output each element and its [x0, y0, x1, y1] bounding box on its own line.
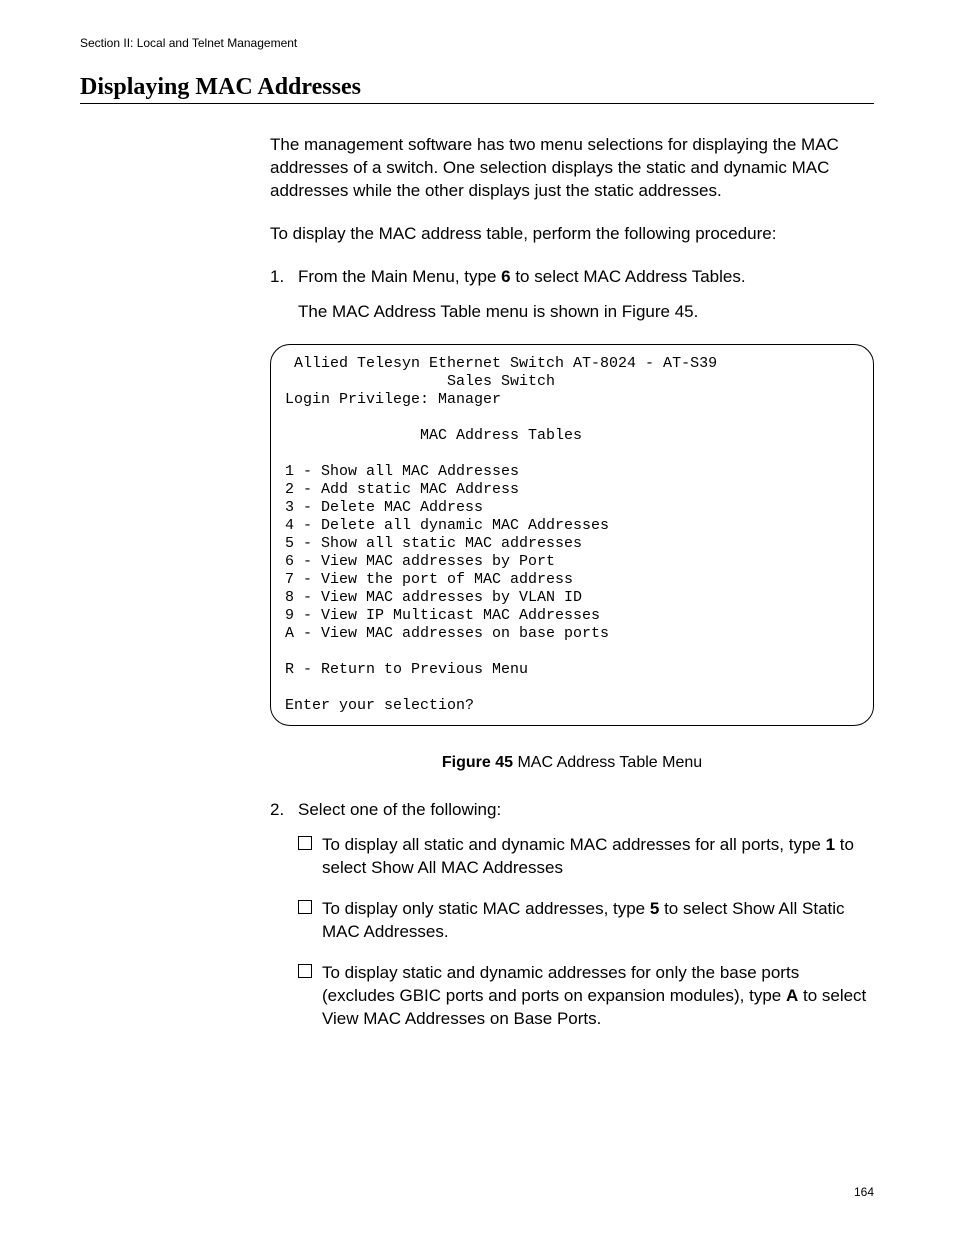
bullet-item: To display static and dynamic addresses … [270, 962, 874, 1031]
terminal-menu-item: 7 - View the port of MAC address [285, 571, 573, 588]
section-title: Displaying MAC Addresses [80, 74, 874, 104]
bullet-text-a: To display only static MAC addresses, ty… [322, 899, 650, 918]
terminal-prompt: Enter your selection? [285, 697, 474, 714]
terminal-menu-item: 3 - Delete MAC Address [285, 499, 483, 516]
step-1-bold: 6 [501, 267, 510, 286]
step-1: 1. From the Main Menu, type 6 to select … [270, 266, 874, 289]
terminal-menu-item: 1 - Show all MAC Addresses [285, 463, 519, 480]
bullet-item: To display only static MAC addresses, ty… [270, 898, 874, 944]
body-content: The management software has two menu sel… [270, 134, 874, 1031]
figure-label: Figure 45 [442, 754, 513, 771]
running-header: Section II: Local and Telnet Management [80, 36, 874, 50]
terminal-return: R - Return to Previous Menu [285, 661, 528, 678]
step-2: 2. Select one of the following: [270, 799, 874, 822]
page-number: 164 [854, 1185, 874, 1199]
step-number: 1. [270, 266, 284, 289]
terminal-screen: Allied Telesyn Ethernet Switch AT-8024 -… [270, 344, 874, 726]
step-2-text: Select one of the following: [298, 800, 501, 819]
terminal-menu-item: 4 - Delete all dynamic MAC Addresses [285, 517, 609, 534]
terminal-line: Allied Telesyn Ethernet Switch AT-8024 -… [285, 355, 717, 372]
checkbox-icon [298, 836, 312, 850]
bullet-bold: 1 [826, 835, 835, 854]
bullet-item: To display all static and dynamic MAC ad… [270, 834, 874, 880]
intro-paragraph-2: To display the MAC address table, perfor… [270, 223, 874, 246]
step-1-sub: The MAC Address Table menu is shown in F… [270, 301, 874, 324]
terminal-menu-item: 8 - View MAC addresses by VLAN ID [285, 589, 582, 606]
terminal-line: Login Privilege: Manager [285, 391, 501, 408]
terminal-line: Sales Switch [285, 373, 555, 390]
step-number: 2. [270, 799, 284, 822]
checkbox-icon [298, 964, 312, 978]
bullet-text-a: To display all static and dynamic MAC ad… [322, 835, 826, 854]
intro-paragraph-1: The management software has two menu sel… [270, 134, 874, 203]
terminal-menu-item: 2 - Add static MAC Address [285, 481, 519, 498]
bullet-text-a: To display static and dynamic addresses … [322, 963, 799, 1005]
terminal-menu-item: 5 - Show all static MAC addresses [285, 535, 582, 552]
bullet-bold: 5 [650, 899, 659, 918]
checkbox-icon [298, 900, 312, 914]
terminal-menu-item: 9 - View IP Multicast MAC Addresses [285, 607, 600, 624]
step-1-text-b: to select MAC Address Tables. [511, 267, 746, 286]
terminal-line: MAC Address Tables [285, 427, 582, 444]
figure-caption-text: MAC Address Table Menu [513, 754, 702, 771]
terminal-menu-item: A - View MAC addresses on base ports [285, 625, 609, 642]
terminal-menu-item: 6 - View MAC addresses by Port [285, 553, 555, 570]
bullet-bold: A [786, 986, 798, 1005]
step-1-text-a: From the Main Menu, type [298, 267, 501, 286]
figure-caption: Figure 45 MAC Address Table Menu [270, 752, 874, 774]
